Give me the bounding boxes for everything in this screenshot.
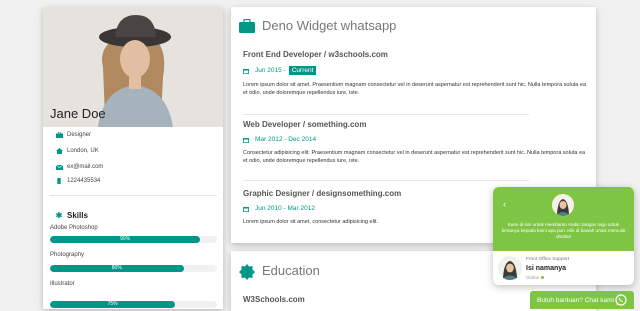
phone-icon <box>51 178 67 184</box>
skill-label: Photography <box>50 252 85 258</box>
job-date: Jun 2015 - <box>255 67 286 74</box>
skill-bar-photoshop: 90% <box>50 236 217 243</box>
widget-header: ‹ Kami di sini untuk membantu Anda! Jang… <box>493 187 634 251</box>
email-row: ex@mail.com <box>51 164 103 170</box>
skill-label: Illustrator <box>50 281 75 287</box>
skill-label: Adobe Photoshop <box>50 225 98 231</box>
calendar-icon <box>243 68 249 74</box>
current-badge: Current <box>288 66 317 75</box>
whatsapp-widget: ‹ Kami di sini untuk membantu Anda! Jang… <box>493 187 634 285</box>
whatsapp-icon <box>615 294 627 306</box>
calendar-icon <box>243 206 249 212</box>
job-title: Front End Developer / w3schools.com <box>243 50 388 59</box>
agent-name[interactable]: Isi namanya <box>526 265 566 272</box>
job-date-row: Mar 2012 - Dec 2014 <box>243 136 589 143</box>
job-description: Consectetur adipisicing elit. Praesentiu… <box>243 150 586 164</box>
job-date: Mar 2012 - Dec 2014 <box>255 136 317 143</box>
divider <box>243 180 529 181</box>
education-heading: Education <box>239 263 320 280</box>
certificate-icon <box>239 263 255 280</box>
education-title: Education <box>262 263 320 278</box>
skill-bar-photography: 80% <box>50 265 217 272</box>
online-dot-icon <box>541 276 545 279</box>
job-entry: Front End Developer / w3schools.com Jun … <box>243 50 589 97</box>
job-date: Jun 2010 - Mar 2012 <box>255 205 315 212</box>
skill-fill: 75% <box>50 301 176 308</box>
phone-row: 1224435534 <box>51 178 100 184</box>
job-text: Designer <box>67 132 92 138</box>
agent-avatar[interactable] <box>498 256 522 280</box>
school-name: W3Schools.com <box>243 295 305 304</box>
experience-title: Deno Widget whatsapp <box>262 18 397 33</box>
location-text: London, UK <box>67 148 99 154</box>
envelope-icon <box>51 164 67 170</box>
skill-fill: 90% <box>50 236 201 243</box>
whatsapp-chat-button[interactable]: Butuh bantuan? Chat kami <box>530 291 634 309</box>
job-description: Lorem ipsum dolor sit amet. Praesentium … <box>243 82 587 96</box>
skill-bar-illustrator: 75% <box>50 301 217 308</box>
job-entry: Web Developer / something.com Mar 2012 -… <box>243 120 589 165</box>
job-row: Designer <box>51 132 91 138</box>
phone-text[interactable]: 1224435534 <box>67 178 100 184</box>
skills-title: Skills <box>67 211 88 220</box>
suitcase-icon <box>239 18 255 33</box>
chevron-left-icon[interactable]: ‹ <box>503 199 506 209</box>
divider <box>49 195 217 196</box>
calendar-icon <box>243 137 249 143</box>
skills-heading: ✱ Skills <box>51 211 88 220</box>
skill-fill: 80% <box>50 265 184 272</box>
divider <box>243 114 529 115</box>
experience-heading: Deno Widget whatsapp <box>239 18 396 33</box>
chat-button-label: Butuh bantuan? Chat kami <box>537 296 614 304</box>
email-text[interactable]: ex@mail.com <box>67 164 103 170</box>
welcome-message: Kami di sini untuk membantu Anda! Jangan… <box>501 222 626 239</box>
home-icon <box>51 148 67 154</box>
agent-avatar <box>552 194 574 216</box>
briefcase-icon <box>51 132 67 138</box>
location-row: London, UK <box>51 148 99 154</box>
status-text: Online <box>526 275 540 280</box>
profile-name: Jane Doe <box>50 106 106 121</box>
agent-status: Online <box>526 275 545 280</box>
job-date-row: Jun 2015 - Current <box>243 66 589 75</box>
agent-role: Front Office Support <box>526 257 570 262</box>
profile-card: Jane Doe Designer London, UK ex@mail.com… <box>43 7 223 309</box>
job-title: Web Developer / something.com <box>243 120 367 129</box>
asterisk-icon: ✱ <box>55 211 63 220</box>
